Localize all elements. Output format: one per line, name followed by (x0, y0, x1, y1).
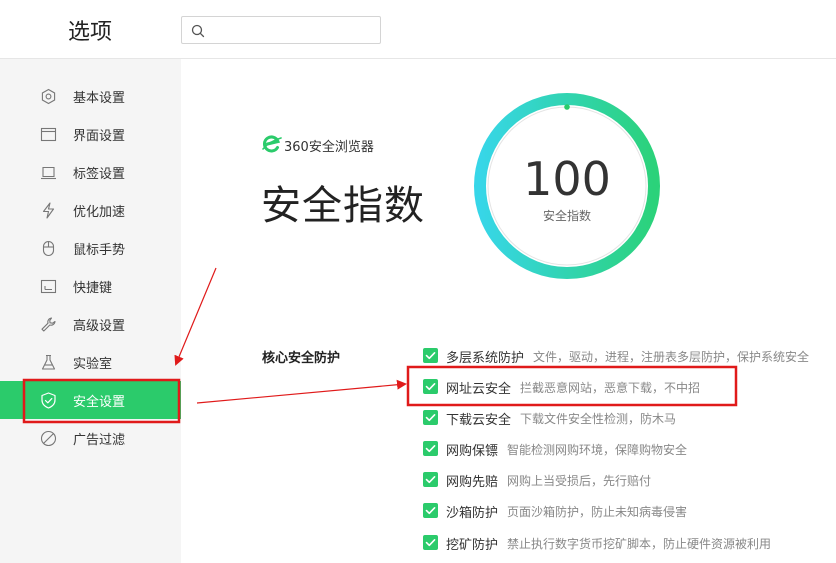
sidebar-item-advanced[interactable]: 高级设置 (0, 305, 181, 343)
sidebar-item-label: 基本设置 (73, 91, 126, 106)
feature-row-system-protection: 多层系统防护 文件，驱动，进程，注册表多层防护，保护系统安全 (423, 346, 833, 366)
checkbox[interactable] (423, 379, 438, 394)
sidebar-item-label: 鼠标手势 (73, 243, 126, 258)
feature-description: 页面沙箱防护，防止未知病毒侵害 (507, 505, 688, 519)
sidebar-item-label: 高级设置 (73, 319, 126, 334)
feature-row-download-cloud-security: 下载云安全 下载文件安全性检测，防木马 (423, 408, 833, 428)
title-bar: 选项 (0, 0, 836, 59)
check-icon (425, 383, 436, 391)
checkbox[interactable] (423, 472, 438, 487)
shield-check-icon (41, 392, 56, 409)
feature-name: 网购保镖 (446, 444, 499, 459)
keyboard-icon (40, 279, 57, 294)
sidebar-item-label: 标签设置 (73, 167, 126, 182)
feature-name: 网购先赔 (446, 475, 499, 490)
annotation-arrow-to-feature (196, 379, 407, 404)
search-box[interactable] (181, 16, 381, 44)
sidebar-item-optimize[interactable]: 优化加速 (0, 191, 181, 229)
checkbox[interactable] (423, 348, 438, 363)
feature-description: 拦截恶意网站，恶意下载，不中招 (520, 381, 701, 395)
sidebar-item-lab[interactable]: 实验室 (0, 343, 181, 381)
browser-logo-icon (262, 135, 282, 153)
search-icon (191, 24, 205, 38)
check-icon (425, 507, 436, 515)
feature-row-sandbox-protection: 沙箱防护 页面沙箱防护，防止未知病毒侵害 (423, 501, 833, 521)
feature-name: 多层系统防护 (446, 351, 525, 366)
gear-icon (41, 88, 56, 105)
annotation-arrow-to-sidebar (174, 267, 217, 366)
feature-row-mining-protection: 挖矿防护 禁止执行数字货币挖矿脚本，防止硬件资源被利用 (423, 533, 833, 553)
check-icon (425, 476, 436, 484)
tab-icon (41, 166, 56, 180)
flask-icon (41, 354, 56, 370)
sidebar-item-security[interactable]: 安全设置 (0, 381, 181, 419)
sidebar: 基本设置 界面设置 标签设置 优化加速 鼠标手势 快捷键 高级设置 实验室 安全… (0, 59, 181, 563)
sidebar-item-label: 安全设置 (73, 395, 126, 410)
sidebar-item-tabs[interactable]: 标签设置 (0, 153, 181, 191)
gauge-indicator-dot (564, 104, 570, 110)
feature-row-shopping-compensation: 网购先赔 网购上当受损后，先行赔付 (423, 470, 833, 490)
sidebar-item-shortcuts[interactable]: 快捷键 (0, 267, 181, 305)
section-title: 核心安全防护 (262, 351, 341, 366)
page-title: 安全指数 (261, 183, 425, 229)
feature-name: 网址云安全 (446, 382, 512, 397)
feature-description: 禁止执行数字货币挖矿脚本，防止硬件资源被利用 (507, 537, 772, 551)
sidebar-item-basic[interactable]: 基本设置 (0, 77, 181, 115)
browser-name: 360安全浏览器 (284, 140, 374, 155)
window-title: 选项 (68, 20, 113, 45)
wrench-icon (41, 317, 56, 332)
check-icon (425, 539, 436, 547)
search-input[interactable] (210, 20, 375, 40)
checkbox[interactable] (423, 503, 438, 518)
feature-description: 智能检测网购环境，保障购物安全 (507, 443, 688, 457)
feature-name: 沙箱防护 (446, 506, 499, 521)
security-score: 100 (523, 152, 611, 206)
feature-row-url-cloud-security: 网址云安全 拦截恶意网站，恶意下载，不中招 (423, 377, 833, 397)
feature-description: 文件，驱动，进程，注册表多层防护，保护系统安全 (533, 350, 810, 364)
mouse-icon (42, 240, 55, 257)
sidebar-item-label: 快捷键 (73, 281, 113, 296)
block-icon (40, 430, 57, 447)
sidebar-item-mouse-gesture[interactable]: 鼠标手势 (0, 229, 181, 267)
sidebar-item-label: 优化加速 (73, 205, 126, 220)
feature-name: 下载云安全 (446, 413, 512, 428)
check-icon (425, 445, 436, 453)
sidebar-item-label: 实验室 (73, 357, 113, 372)
feature-description: 网购上当受损后，先行赔付 (507, 474, 652, 488)
check-icon (425, 352, 436, 360)
window-icon (40, 127, 57, 142)
lightning-icon (42, 202, 55, 219)
security-score-label: 安全指数 (542, 209, 591, 223)
feature-row-shopping-guard: 网购保镖 智能检测网购环境，保障购物安全 (423, 439, 833, 459)
sidebar-item-label: 广告过滤 (73, 433, 126, 448)
check-icon (425, 414, 436, 422)
checkbox[interactable] (423, 410, 438, 425)
checkbox[interactable] (423, 535, 438, 550)
checkbox[interactable] (423, 441, 438, 456)
sidebar-item-interface[interactable]: 界面设置 (0, 115, 181, 153)
feature-description: 下载文件安全性检测，防木马 (520, 412, 677, 426)
sidebar-item-ad-filter[interactable]: 广告过滤 (0, 419, 181, 457)
sidebar-item-label: 界面设置 (73, 129, 126, 144)
feature-name: 挖矿防护 (446, 538, 499, 553)
